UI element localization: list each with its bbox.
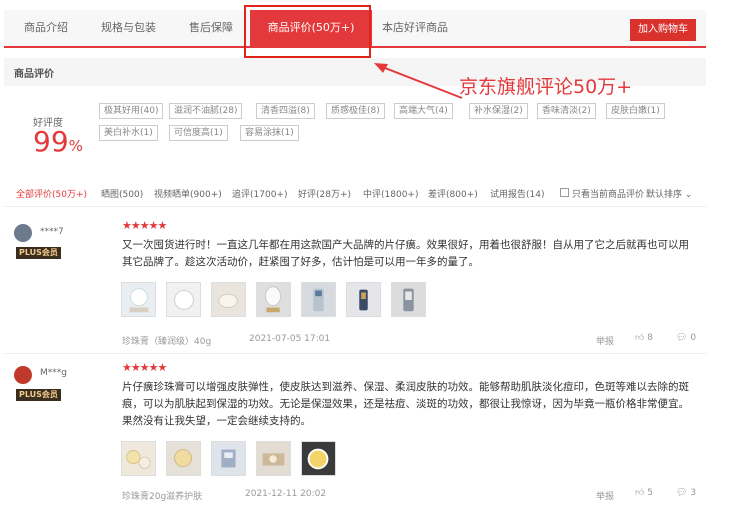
review-text: 片仔癀珍珠膏可以增强皮肤弹性，使皮肤达到滋养、保湿、柔润皮肤的功效。能够帮助肌肤… <box>122 381 689 427</box>
review-date: 2021-12-11 20:02 <box>245 489 327 499</box>
comment-count: 3 <box>690 488 697 498</box>
reviewer-name: ****7 <box>40 227 64 237</box>
annotation-text: 京东旗舰评论50万+ <box>459 76 633 98</box>
tab-after-sales[interactable]: 售后保障 <box>189 10 233 46</box>
review-photo[interactable] <box>391 282 426 317</box>
comment-icon: 💬︎ <box>676 488 688 498</box>
tab-spec-packaging[interactable]: 规格与包装 <box>101 10 156 46</box>
review-photo[interactable] <box>211 441 246 476</box>
section-title: 商品评价 <box>14 69 54 80</box>
review-filter-bar: 全部评价(50万+) 晒图(500) 视频晒单(900+) 追评(1700+) … <box>4 183 706 207</box>
rating-number: 99 <box>33 125 69 158</box>
review-tag[interactable]: 美白补水(1) <box>99 125 158 141</box>
filter-trial-report[interactable]: 试用报告(14) <box>490 187 544 200</box>
thumbs-up-icon: 👍︎ <box>635 488 645 498</box>
star-rating: ★★★★★ <box>122 219 167 232</box>
review-photo[interactable] <box>346 282 381 317</box>
review-tag[interactable]: 皮肤白嫩(1) <box>606 103 665 119</box>
review-tag[interactable]: 极其好用(40) <box>99 103 164 119</box>
filter-append[interactable]: 追评(1700+) <box>232 187 287 200</box>
current-only-label: 只看当前商品评价 <box>572 190 645 200</box>
like-count: 8 <box>647 333 654 343</box>
review-photo[interactable] <box>301 441 336 476</box>
filter-all[interactable]: 全部评价(50万+) <box>16 187 87 200</box>
review-photo[interactable] <box>166 441 201 476</box>
review-tag[interactable]: 可信度高(1) <box>169 125 228 141</box>
chevron-down-icon: ⌄ <box>682 190 693 200</box>
annotation-arrow <box>374 63 463 99</box>
plus-member-badge: PLUS会员 <box>16 247 61 259</box>
review-tag[interactable]: 香味清淡(2) <box>537 103 596 119</box>
sort-label: 默认排序 <box>646 190 683 200</box>
review-photo[interactable] <box>301 282 336 317</box>
review-item: ****7 PLUS会员 ★★★★★ 又一次囤货进行时！一直这几年都在用这款国产… <box>4 214 706 354</box>
tab-store-top-products[interactable]: 本店好评商品 <box>382 10 448 46</box>
reviewer-name: M***g <box>40 368 67 378</box>
report-link[interactable]: 举报 <box>596 334 614 347</box>
sort-dropdown[interactable]: 默认排序 ⌄ <box>646 187 692 200</box>
like-button[interactable]: 👍︎ 8 <box>635 333 653 343</box>
like-button[interactable]: 👍︎ 5 <box>635 488 653 498</box>
thumbs-up-icon: 👍︎ <box>635 333 645 343</box>
star-rating: ★★★★★ <box>122 361 167 374</box>
avatar <box>14 224 32 242</box>
review-photo[interactable] <box>256 441 291 476</box>
comment-button[interactable]: 💬︎ 3 <box>676 488 696 498</box>
comment-count: 0 <box>690 333 697 343</box>
filter-video[interactable]: 视频晒单(900+) <box>154 187 222 200</box>
product-spec: 珍珠膏20g滋养护肤 <box>122 492 203 502</box>
filter-good[interactable]: 好评(28万+) <box>298 187 351 200</box>
rating-value: 99% <box>33 125 83 158</box>
filter-bad[interactable]: 差评(800+) <box>428 187 478 200</box>
add-to-cart-button[interactable]: 加入购物车 <box>630 19 696 41</box>
avatar <box>14 366 32 384</box>
review-photo[interactable] <box>121 441 156 476</box>
current-only-checkbox[interactable] <box>560 188 569 197</box>
review-tag[interactable]: 容易涂抹(1) <box>240 125 299 141</box>
comment-button[interactable]: 💬︎ 0 <box>676 333 696 343</box>
review-text: 又一次囤货进行时！一直这几年都在用这款国产大品牌的片仔癀。效果很好，用着也很舒服… <box>122 239 689 268</box>
plus-member-badge: PLUS会员 <box>16 389 61 401</box>
review-photo[interactable] <box>211 282 246 317</box>
review-tag[interactable]: 滋润不油腻(28) <box>169 103 243 119</box>
review-tag[interactable]: 补水保湿(2) <box>469 103 528 119</box>
review-photo[interactable] <box>166 282 201 317</box>
review-tag[interactable]: 质感极佳(8) <box>326 103 385 119</box>
review-tag[interactable]: 高端大气(4) <box>394 103 453 119</box>
review-date: 2021-07-05 17:01 <box>249 334 331 344</box>
comment-icon: 💬︎ <box>676 333 688 343</box>
filter-pictures[interactable]: 晒图(500) <box>101 187 143 200</box>
highlight-annotation-box <box>244 5 371 58</box>
like-count: 5 <box>647 488 654 498</box>
report-link[interactable]: 举报 <box>596 489 614 502</box>
review-photo[interactable] <box>256 282 291 317</box>
rating-unit: % <box>68 137 83 155</box>
product-spec: 珍珠膏（臻润级）40g <box>122 337 212 347</box>
review-item: M***g PLUS会员 ★★★★★ 片仔癀珍珠膏可以增强皮肤弹性，使皮肤达到滋… <box>4 356 706 512</box>
tab-product-intro[interactable]: 商品介绍 <box>24 10 68 46</box>
review-tag[interactable]: 清香四溢(8) <box>256 103 315 119</box>
review-photo[interactable] <box>121 282 156 317</box>
filter-medium[interactable]: 中评(1800+) <box>363 187 418 200</box>
